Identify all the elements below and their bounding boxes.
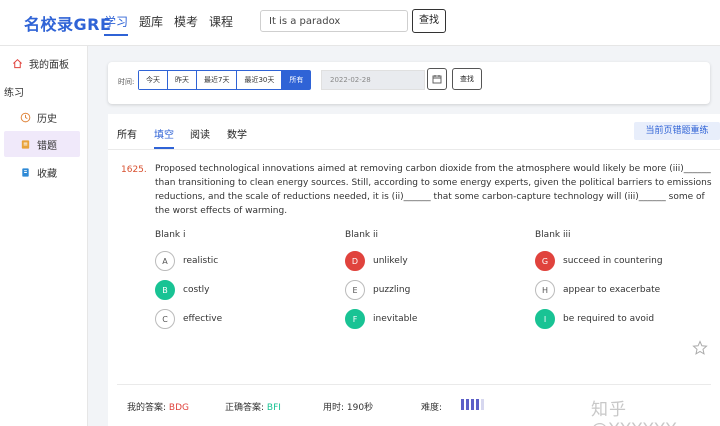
option-letter: D bbox=[345, 251, 365, 271]
sidebar-item-label: 历史 bbox=[37, 113, 57, 125]
sidebar-section-practice: 练习 bbox=[4, 88, 24, 99]
main-content: 时间: 今天 昨天 最近7天 最近30天 所有 2022-02-28 查找 所有… bbox=[88, 46, 720, 426]
clock-icon bbox=[20, 112, 31, 122]
time-spent-label: 用时: bbox=[323, 403, 345, 413]
nav-courses[interactable]: 课程 bbox=[209, 13, 233, 36]
my-answer-label: 我的答案: bbox=[127, 403, 167, 413]
nav-study[interactable]: 学习 bbox=[104, 13, 129, 36]
sidebar-item-label: 错题 bbox=[37, 140, 57, 152]
tab-text-completion[interactable]: 填空 bbox=[154, 126, 174, 149]
retrain-mistakes-button[interactable]: 当前页错题重练 bbox=[634, 122, 720, 140]
option-b[interactable]: B costly bbox=[155, 279, 222, 301]
option-text: puzzling bbox=[373, 285, 411, 295]
nav-question-bank[interactable]: 题库 bbox=[139, 13, 163, 36]
option-c[interactable]: C effective bbox=[155, 308, 222, 330]
answer-summary: 我的答案: BDG 正确答案: BFI 用时: 190秒 难度: 知乎 @YYY… bbox=[117, 384, 711, 426]
option-letter: A bbox=[155, 251, 175, 271]
star-icon[interactable] bbox=[692, 340, 708, 356]
option-e[interactable]: E puzzling bbox=[345, 279, 417, 301]
option-a[interactable]: A realistic bbox=[155, 250, 222, 272]
logo[interactable]: 名校录GRE bbox=[24, 11, 111, 35]
option-g[interactable]: G succeed in countering bbox=[535, 250, 663, 272]
correct-answer-label: 正确答案: bbox=[225, 403, 265, 413]
option-letter: G bbox=[535, 251, 555, 271]
question-card: 所有 填空 阅读 数学 当前页错题重练 1625. Proposed techn… bbox=[108, 114, 720, 426]
watermark: 知乎 @YYYYYY bbox=[591, 400, 676, 426]
search-button[interactable]: 查找 bbox=[412, 9, 446, 33]
sidebar: 我的面板 练习 历史 错题 收藏 bbox=[0, 46, 88, 426]
my-answer: 我的答案: BDG bbox=[127, 400, 189, 413]
top-bar: 名校录GRE 学习 题库 模考 课程 查找 bbox=[0, 0, 720, 46]
difficulty-bar bbox=[466, 399, 469, 410]
option-text: be required to avoid bbox=[563, 314, 655, 324]
time-filter-label: 时间: bbox=[118, 78, 135, 86]
range-today[interactable]: 今天 bbox=[139, 71, 168, 89]
option-text: appear to exacerbate bbox=[563, 285, 661, 295]
notebook-icon bbox=[21, 139, 30, 149]
sidebar-item-label: 收藏 bbox=[37, 168, 57, 180]
sidebar-item-history[interactable]: 历史 bbox=[4, 104, 80, 130]
correct-answer: 正确答案: BFI bbox=[225, 400, 281, 413]
option-letter: F bbox=[345, 309, 365, 329]
search-input[interactable] bbox=[260, 10, 408, 32]
blank-title: Blank i bbox=[155, 230, 186, 240]
range-yesterday[interactable]: 昨天 bbox=[168, 71, 197, 89]
difficulty-bar bbox=[481, 399, 484, 410]
date-field[interactable]: 2022-02-28 bbox=[321, 70, 425, 90]
range-all[interactable]: 所有 bbox=[282, 71, 311, 89]
blank-column-2: Blank ii D unlikely E puzzling F inevita… bbox=[345, 230, 417, 337]
tab-reading[interactable]: 阅读 bbox=[190, 126, 219, 149]
option-h[interactable]: H appear to exacerbate bbox=[535, 279, 663, 301]
tab-math[interactable]: 数学 bbox=[227, 126, 256, 149]
option-text: effective bbox=[183, 314, 223, 324]
option-i[interactable]: I be required to avoid bbox=[535, 308, 663, 330]
blank-title: Blank ii bbox=[345, 230, 378, 240]
home-icon bbox=[13, 58, 22, 68]
option-letter: B bbox=[155, 280, 175, 300]
option-letter: E bbox=[345, 280, 365, 300]
time-range-selector: 今天 昨天 最近7天 最近30天 所有 bbox=[138, 70, 312, 90]
tab-all[interactable]: 所有 bbox=[117, 126, 146, 149]
difficulty-bar bbox=[461, 399, 464, 410]
my-answer-value: BDG bbox=[168, 403, 190, 413]
sidebar-item-label: 我的面板 bbox=[29, 59, 69, 71]
filter-find-button[interactable]: 查找 bbox=[452, 68, 482, 90]
question-type-tabs: 所有 填空 阅读 数学 bbox=[117, 126, 264, 149]
difficulty-label: 难度: bbox=[421, 403, 443, 413]
option-text: succeed in countering bbox=[563, 256, 663, 266]
option-text: costly bbox=[183, 285, 210, 295]
option-letter: I bbox=[535, 309, 555, 329]
time-spent-value: 190秒 bbox=[346, 403, 374, 413]
sidebar-item-mistakes[interactable]: 错题 bbox=[4, 131, 80, 157]
blank-column-3: Blank iii G succeed in countering H appe… bbox=[535, 230, 663, 337]
option-letter: H bbox=[535, 280, 555, 300]
range-last-30-days[interactable]: 最近30天 bbox=[237, 71, 283, 89]
option-f[interactable]: F inevitable bbox=[345, 308, 417, 330]
range-last-7-days[interactable]: 最近7天 bbox=[197, 71, 238, 89]
blank-title: Blank iii bbox=[535, 230, 571, 240]
correct-answer-value: BFI bbox=[266, 403, 281, 413]
difficulty-bar bbox=[476, 399, 479, 410]
time-spent: 用时: 190秒 bbox=[323, 400, 373, 413]
main-nav: 学习 题库 模考 课程 bbox=[104, 13, 233, 36]
difficulty-bar bbox=[471, 399, 474, 410]
option-text: inevitable bbox=[373, 314, 418, 324]
filter-card: 时间: 今天 昨天 最近7天 最近30天 所有 2022-02-28 查找 bbox=[108, 62, 710, 104]
tab-divider bbox=[108, 149, 720, 150]
bookmark-icon bbox=[22, 167, 29, 177]
option-letter: C bbox=[155, 309, 175, 329]
option-text: unlikely bbox=[373, 256, 408, 266]
option-text: realistic bbox=[183, 256, 219, 266]
sidebar-item-favorites[interactable]: 收藏 bbox=[4, 159, 80, 185]
option-d[interactable]: D unlikely bbox=[345, 250, 417, 272]
nav-mock-exam[interactable]: 模考 bbox=[174, 13, 198, 36]
question-number: 1625. bbox=[121, 165, 147, 175]
blank-column-1: Blank i A realistic B costly C effective bbox=[155, 230, 222, 337]
difficulty-meter bbox=[461, 399, 484, 410]
calendar-icon bbox=[432, 75, 442, 84]
calendar-button[interactable] bbox=[427, 68, 447, 90]
question-text: Proposed technological innovations aimed… bbox=[155, 164, 712, 216]
sidebar-item-dashboard[interactable]: 我的面板 bbox=[4, 50, 80, 76]
